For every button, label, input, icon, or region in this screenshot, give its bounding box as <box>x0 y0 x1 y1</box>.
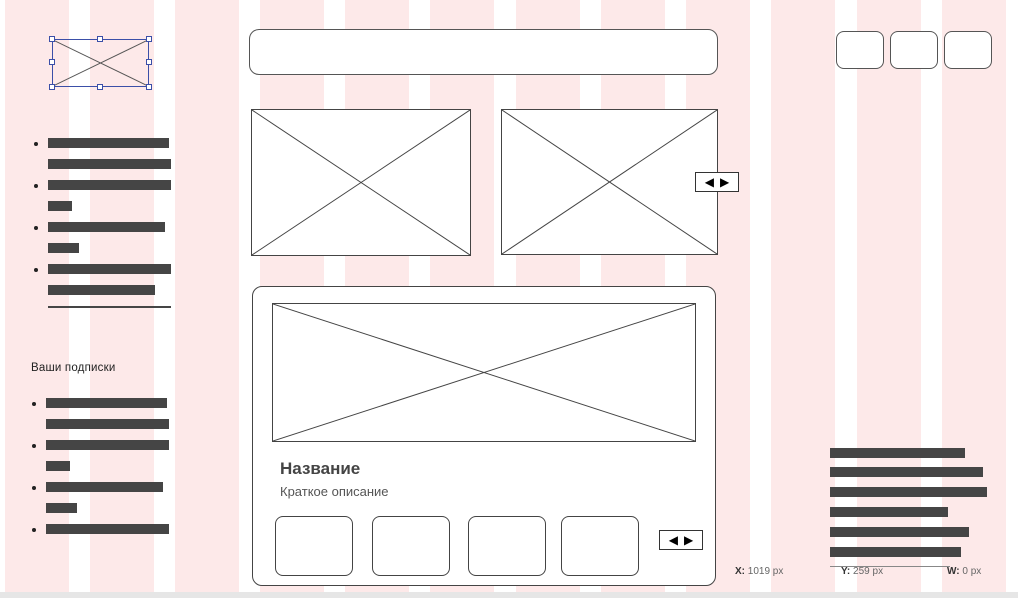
image-placeholder-icon <box>52 39 149 87</box>
resize-handle[interactable] <box>49 59 55 65</box>
resize-handle[interactable] <box>97 84 103 90</box>
status-x: X: 1019 px <box>735 566 783 577</box>
banner-image-placeholder[interactable] <box>251 109 471 256</box>
card-thumbnail[interactable] <box>275 516 353 576</box>
status-y: Y: 259 px <box>841 566 883 577</box>
subscription-item-text-placeholder[interactable] <box>46 461 70 471</box>
arrow-left-icon[interactable]: ◀ <box>669 534 678 546</box>
list-bullet <box>34 226 38 230</box>
image-placeholder-icon <box>252 110 470 255</box>
nav-item-text-placeholder[interactable] <box>48 285 155 295</box>
status-w-value: 0 px <box>962 566 982 577</box>
resize-handle[interactable] <box>146 36 152 42</box>
header-button[interactable] <box>890 31 938 69</box>
arrow-right-icon[interactable]: ▶ <box>720 176 729 188</box>
status-y-value: 259 px <box>853 566 884 577</box>
subscription-item-text-placeholder[interactable] <box>46 524 169 534</box>
resize-handle[interactable] <box>146 84 152 90</box>
subscription-item-text-placeholder[interactable] <box>46 503 77 513</box>
subscriptions-heading: Ваши подписки <box>31 362 116 374</box>
subscription-item-text-placeholder[interactable] <box>46 482 163 492</box>
status-w: W: 0 px <box>947 566 981 577</box>
arrow-right-icon[interactable]: ▶ <box>684 534 693 546</box>
resize-handle[interactable] <box>49 84 55 90</box>
grid-column <box>175 0 239 598</box>
resize-handle[interactable] <box>146 59 152 65</box>
header-button[interactable] <box>836 31 884 69</box>
subscription-item-text-placeholder[interactable] <box>46 440 169 450</box>
nav-item-text-placeholder[interactable] <box>48 201 72 211</box>
nav-item-text-placeholder[interactable] <box>48 138 169 148</box>
nav-item-text-placeholder[interactable] <box>48 159 171 169</box>
list-bullet <box>34 268 38 272</box>
canvas-bottom-edge <box>0 592 1018 598</box>
header-button[interactable] <box>944 31 992 69</box>
search-input[interactable] <box>249 29 718 75</box>
arrow-left-icon[interactable]: ◀ <box>705 176 714 188</box>
thumbnail-carousel-arrows[interactable]: ◀ ▶ <box>659 530 703 550</box>
card-title: Название <box>280 459 361 478</box>
text-placeholder <box>830 448 965 458</box>
image-placeholder-icon <box>273 304 695 441</box>
text-placeholder <box>830 487 987 497</box>
list-bullet <box>32 486 36 490</box>
section-divider <box>48 306 171 308</box>
resize-handle[interactable] <box>49 36 55 42</box>
nav-item-text-placeholder[interactable] <box>48 264 171 274</box>
list-bullet <box>32 528 36 532</box>
text-placeholder <box>830 547 961 557</box>
card-description: Краткое описание <box>280 484 389 499</box>
status-y-label: Y: <box>841 566 851 577</box>
image-placeholder-icon <box>502 110 717 254</box>
banner-carousel-arrows[interactable]: ◀ ▶ <box>695 172 739 192</box>
card-thumbnail[interactable] <box>468 516 546 576</box>
banner-image-placeholder[interactable] <box>501 109 718 255</box>
status-w-label: W: <box>947 566 960 577</box>
nav-item-text-placeholder[interactable] <box>48 222 165 232</box>
card-image-placeholder[interactable] <box>272 303 696 442</box>
subscription-item-text-placeholder[interactable] <box>46 398 167 408</box>
text-placeholder <box>830 527 969 537</box>
list-bullet <box>34 142 38 146</box>
status-x-value: 1019 px <box>747 566 784 577</box>
list-bullet <box>32 444 36 448</box>
status-x-label: X: <box>735 566 745 577</box>
card-thumbnail[interactable] <box>372 516 450 576</box>
list-bullet <box>32 402 36 406</box>
nav-item-text-placeholder[interactable] <box>48 180 171 190</box>
card-thumbnail[interactable] <box>561 516 639 576</box>
grid-column <box>771 0 835 598</box>
list-bullet <box>34 184 38 188</box>
subscription-item-text-placeholder[interactable] <box>46 419 169 429</box>
logo-placeholder-selected[interactable] <box>52 39 149 87</box>
text-placeholder <box>830 507 948 517</box>
grid-column <box>942 0 1006 598</box>
nav-item-text-placeholder[interactable] <box>48 243 79 253</box>
text-placeholder <box>830 467 983 477</box>
resize-handle[interactable] <box>97 36 103 42</box>
